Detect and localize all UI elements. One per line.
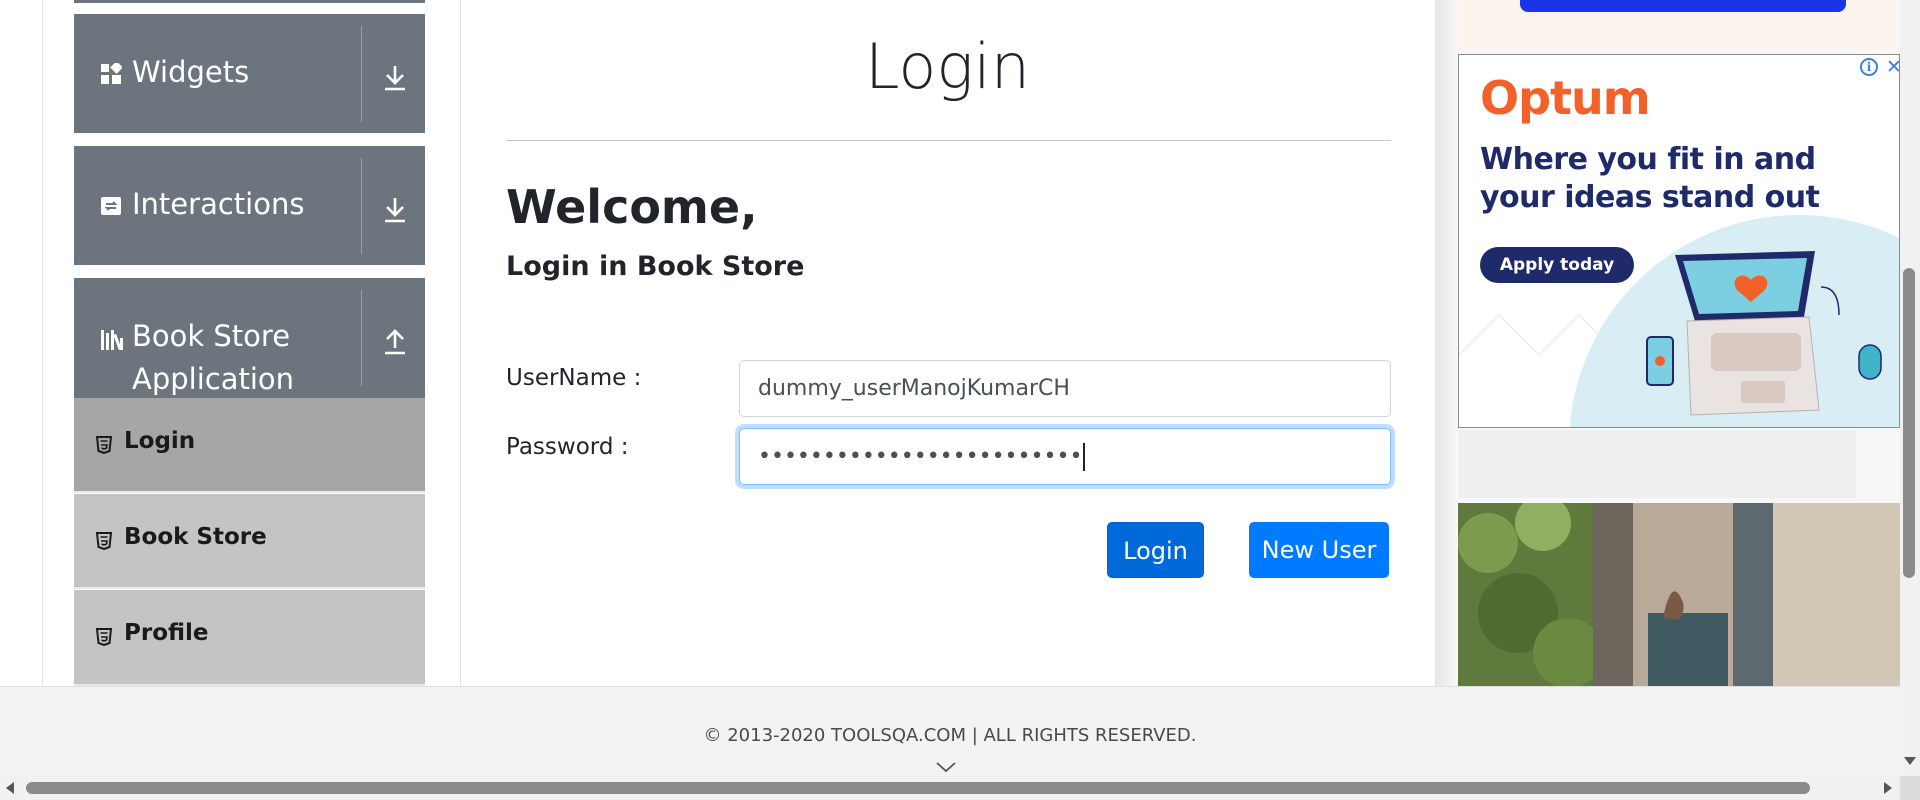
sidebar-group-interactions[interactable]: Interactions bbox=[74, 146, 425, 265]
group-divider bbox=[361, 290, 362, 386]
scrollbar-corner bbox=[1900, 776, 1920, 800]
sidebar-item-login[interactable]: Login bbox=[74, 398, 425, 493]
login-subtitle: Login in Book Store bbox=[506, 251, 805, 282]
html5-icon bbox=[95, 532, 113, 551]
download-arrow-icon[interactable] bbox=[382, 62, 408, 92]
password-masked-value: ••••••••••••••••••••••••• bbox=[758, 444, 1083, 469]
left-divider bbox=[42, 0, 43, 686]
info-icon[interactable]: i bbox=[1860, 58, 1878, 76]
video-ad[interactable] bbox=[1458, 503, 1900, 686]
html5-icon bbox=[95, 628, 113, 647]
sidebar-group-widgets[interactable]: Widgets bbox=[74, 14, 425, 133]
vertical-scrollbar-thumb[interactable] bbox=[1903, 268, 1915, 578]
interactions-icon bbox=[100, 195, 122, 217]
sidebar-group-book-store-application[interactable]: Book Store Application bbox=[74, 278, 425, 398]
sidebar-item-label: Login bbox=[124, 428, 196, 454]
ad-headline: Where you fit in and your ideas stand ou… bbox=[1480, 142, 1820, 215]
login-button[interactable]: Login bbox=[1107, 522, 1204, 578]
horizontal-scrollbar-thumb[interactable] bbox=[26, 782, 1810, 794]
page: Widgets Interactions Book Store Applicat… bbox=[0, 0, 1920, 800]
group-divider bbox=[361, 26, 362, 122]
ad-column-shadow bbox=[1435, 0, 1457, 686]
username-label: UserName : bbox=[506, 365, 642, 391]
password-label: Password : bbox=[506, 434, 629, 460]
sidebar-group-label: Interactions bbox=[132, 187, 305, 221]
sidebar-item-profile[interactable]: Profile bbox=[74, 590, 425, 686]
ad-banner[interactable]: Optum Where you fit in and your ideas st… bbox=[1458, 54, 1900, 428]
sidebar-item-label: Book Store bbox=[124, 524, 267, 550]
sidebar-group-above[interactable] bbox=[74, 0, 425, 3]
new-user-button[interactable]: New User bbox=[1249, 522, 1389, 578]
scroll-right-arrow-icon[interactable] bbox=[1884, 782, 1892, 794]
upload-arrow-icon[interactable] bbox=[382, 326, 408, 356]
main-divider bbox=[460, 0, 461, 686]
scroll-down-arrow-icon[interactable] bbox=[1904, 757, 1916, 765]
chevron-down-icon[interactable] bbox=[935, 759, 957, 773]
scroll-left-arrow-icon[interactable] bbox=[6, 782, 14, 794]
books-icon bbox=[100, 328, 126, 351]
ad-brand-logo: Optum bbox=[1480, 71, 1651, 125]
sidebar-group-label-line2: Application bbox=[132, 362, 295, 396]
sidebar-group-label: Widgets bbox=[132, 55, 250, 89]
group-divider bbox=[361, 158, 362, 254]
text-caret bbox=[1083, 443, 1086, 471]
download-arrow-icon[interactable] bbox=[382, 194, 408, 224]
sidebar-group-label: Book Store bbox=[132, 319, 291, 353]
ad-tile-area bbox=[1458, 430, 1856, 498]
welcome-heading: Welcome, bbox=[506, 180, 758, 234]
footer-copyright: © 2013-2020 TOOLSQA.COM | ALL RIGHTS RES… bbox=[703, 725, 1197, 746]
footer: © 2013-2020 TOOLSQA.COM | ALL RIGHTS RES… bbox=[0, 686, 1900, 776]
video-thumbnail bbox=[1458, 503, 1900, 686]
ad-apply-button[interactable]: Apply today bbox=[1480, 247, 1634, 283]
password-input[interactable]: ••••••••••••••••••••••••• bbox=[739, 428, 1391, 485]
ad-top-button[interactable] bbox=[1520, 0, 1846, 12]
page-title: Login bbox=[864, 30, 1031, 103]
sidebar-item-label: Profile bbox=[124, 620, 209, 646]
html5-icon bbox=[95, 436, 113, 455]
widgets-icon bbox=[100, 61, 123, 85]
username-input[interactable]: dummy_userManojKumarCH bbox=[739, 360, 1391, 417]
title-divider bbox=[506, 140, 1391, 141]
sidebar-item-book-store[interactable]: Book Store bbox=[74, 494, 425, 589]
